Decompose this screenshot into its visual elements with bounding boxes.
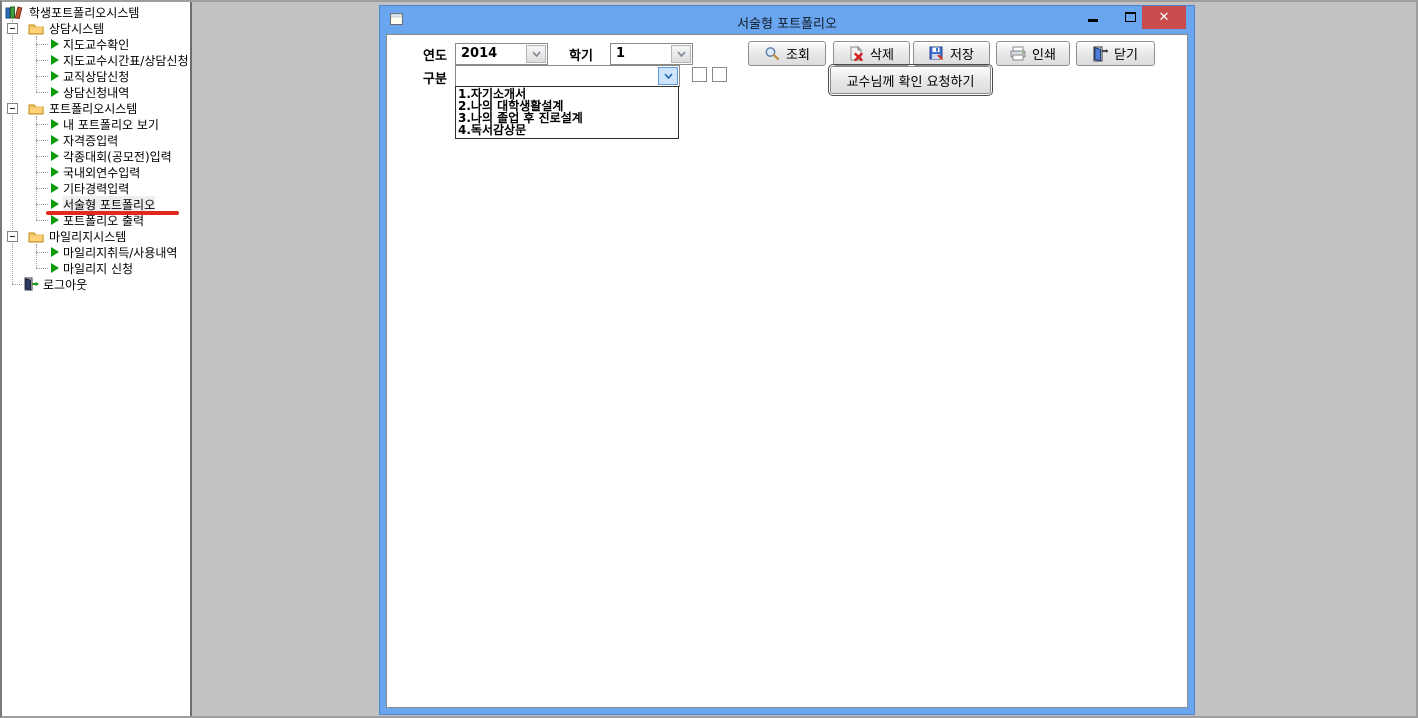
tree-arrow-icon xyxy=(50,167,59,177)
selection-annotation-underline xyxy=(46,211,179,215)
tree-arrow-icon xyxy=(50,215,59,225)
tree-arrow-icon xyxy=(50,119,59,129)
dropdown-option[interactable]: 4.독서감상문 xyxy=(458,124,678,136)
sidebar-item-counsel-history[interactable]: 상담신청내역 xyxy=(2,84,190,100)
sidebar-item-teaching-counsel[interactable]: 교직상담신청 xyxy=(2,68,190,84)
collapse-icon[interactable] xyxy=(7,23,18,34)
print-icon xyxy=(1010,46,1026,61)
chevron-down-icon[interactable] xyxy=(671,45,691,63)
search-icon xyxy=(764,46,780,61)
category-dropdown-list[interactable]: 1.자기소개서 2.나의 대학생활설계 3.나의 졸업 후 진로설계 4.독서감… xyxy=(455,86,679,139)
sidebar-folder-mileage[interactable]: 마일리지시스템 xyxy=(2,228,190,244)
request-professor-confirm-button[interactable]: 교수님께 확인 요청하기 xyxy=(830,66,991,94)
tree-arrow-icon xyxy=(50,247,59,257)
save-icon xyxy=(929,46,944,61)
save-button[interactable]: 저장 xyxy=(913,41,990,66)
collapse-icon[interactable] xyxy=(7,231,18,242)
sidebar-item-license-input[interactable]: 자격증입력 xyxy=(2,132,190,148)
desktop: 학생포트폴리오시스템 상담시스템 지도교수확인 지도교수시간표/상담신청 교직상… xyxy=(0,0,1418,718)
books-icon xyxy=(5,5,25,19)
tree-arrow-icon xyxy=(50,263,59,273)
folder-icon xyxy=(28,22,44,35)
sidebar-folder-portfolio[interactable]: 포트폴리오시스템 xyxy=(2,100,190,116)
window-titlebar[interactable]: 서술형 포트폴리오 ✕ xyxy=(380,6,1194,34)
minimize-button[interactable] xyxy=(1088,19,1098,22)
sidebar-item-my-portfolio-view[interactable]: 내 포트폴리오 보기 xyxy=(2,116,190,132)
tree-arrow-icon xyxy=(50,71,59,81)
sidebar-item-advisor-timetable[interactable]: 지도교수시간표/상담신청 xyxy=(2,52,190,68)
tree-arrow-icon xyxy=(50,39,59,49)
maximize-button[interactable] xyxy=(1125,12,1136,22)
sidebar-item-logout[interactable]: 로그아웃 xyxy=(2,276,190,292)
year-select[interactable]: 2014 xyxy=(455,43,548,65)
sidebar-item-mileage-apply[interactable]: 마일리지 신청 xyxy=(2,260,190,276)
tree-arrow-icon xyxy=(50,183,59,193)
portfolio-window: 서술형 포트폴리오 ✕ 연도 2014 학기 1 구분 xyxy=(380,6,1194,714)
navigation-tree: 학생포트폴리오시스템 상담시스템 지도교수확인 지도교수시간표/상담신청 교직상… xyxy=(2,2,190,716)
window-title: 서술형 포트폴리오 xyxy=(380,13,1194,32)
tree-arrow-icon xyxy=(50,199,59,209)
semester-label: 학기 xyxy=(569,45,593,64)
tree-arrow-icon xyxy=(50,55,59,65)
year-label: 연도 xyxy=(423,45,447,64)
delete-icon xyxy=(849,46,864,61)
tree-arrow-icon xyxy=(50,87,59,97)
sidebar-item-advisor-confirm[interactable]: 지도교수확인 xyxy=(2,36,190,52)
category-select[interactable] xyxy=(455,65,680,87)
sidebar-item-mileage-history[interactable]: 마일리지취득/사용내역 xyxy=(2,244,190,260)
semester-select[interactable]: 1 xyxy=(610,43,693,65)
exit-door-icon xyxy=(1093,46,1108,62)
sidebar-item-contest-input[interactable]: 각종대회(공모전)입력 xyxy=(2,148,190,164)
sidebar-root-label: 학생포트폴리오시스템 xyxy=(29,4,139,21)
chevron-down-icon[interactable] xyxy=(658,67,678,85)
sidebar-root[interactable]: 학생포트폴리오시스템 xyxy=(2,4,190,20)
print-button[interactable]: 인쇄 xyxy=(996,41,1070,66)
search-button[interactable]: 조회 xyxy=(748,41,826,66)
category-label: 구분 xyxy=(423,68,447,87)
collapse-icon[interactable] xyxy=(7,103,18,114)
checkbox-2[interactable] xyxy=(712,67,727,82)
window-close-button[interactable]: 닫기 xyxy=(1076,41,1155,66)
sidebar-folder-counseling[interactable]: 상담시스템 xyxy=(2,20,190,36)
sidebar-item-narrative-portfolio[interactable]: 서술형 포트폴리오 xyxy=(2,196,190,212)
close-button[interactable]: ✕ xyxy=(1142,6,1186,29)
sidebar-item-etc-career-input[interactable]: 기타경력입력 xyxy=(2,180,190,196)
folder-icon xyxy=(28,102,44,115)
folder-icon xyxy=(28,230,44,243)
window-content: 연도 2014 학기 1 구분 xyxy=(386,34,1188,708)
delete-button[interactable]: 삭제 xyxy=(833,41,910,66)
tree-arrow-icon xyxy=(50,151,59,161)
sidebar-item-training-input[interactable]: 국내외연수입력 xyxy=(2,164,190,180)
logout-door-icon xyxy=(24,277,39,291)
checkbox-1[interactable] xyxy=(692,67,707,82)
sidebar-tree: 학생포트폴리오시스템 상담시스템 지도교수확인 지도교수시간표/상담신청 교직상… xyxy=(2,2,192,716)
chevron-down-icon[interactable] xyxy=(526,45,546,63)
tree-arrow-icon xyxy=(50,135,59,145)
